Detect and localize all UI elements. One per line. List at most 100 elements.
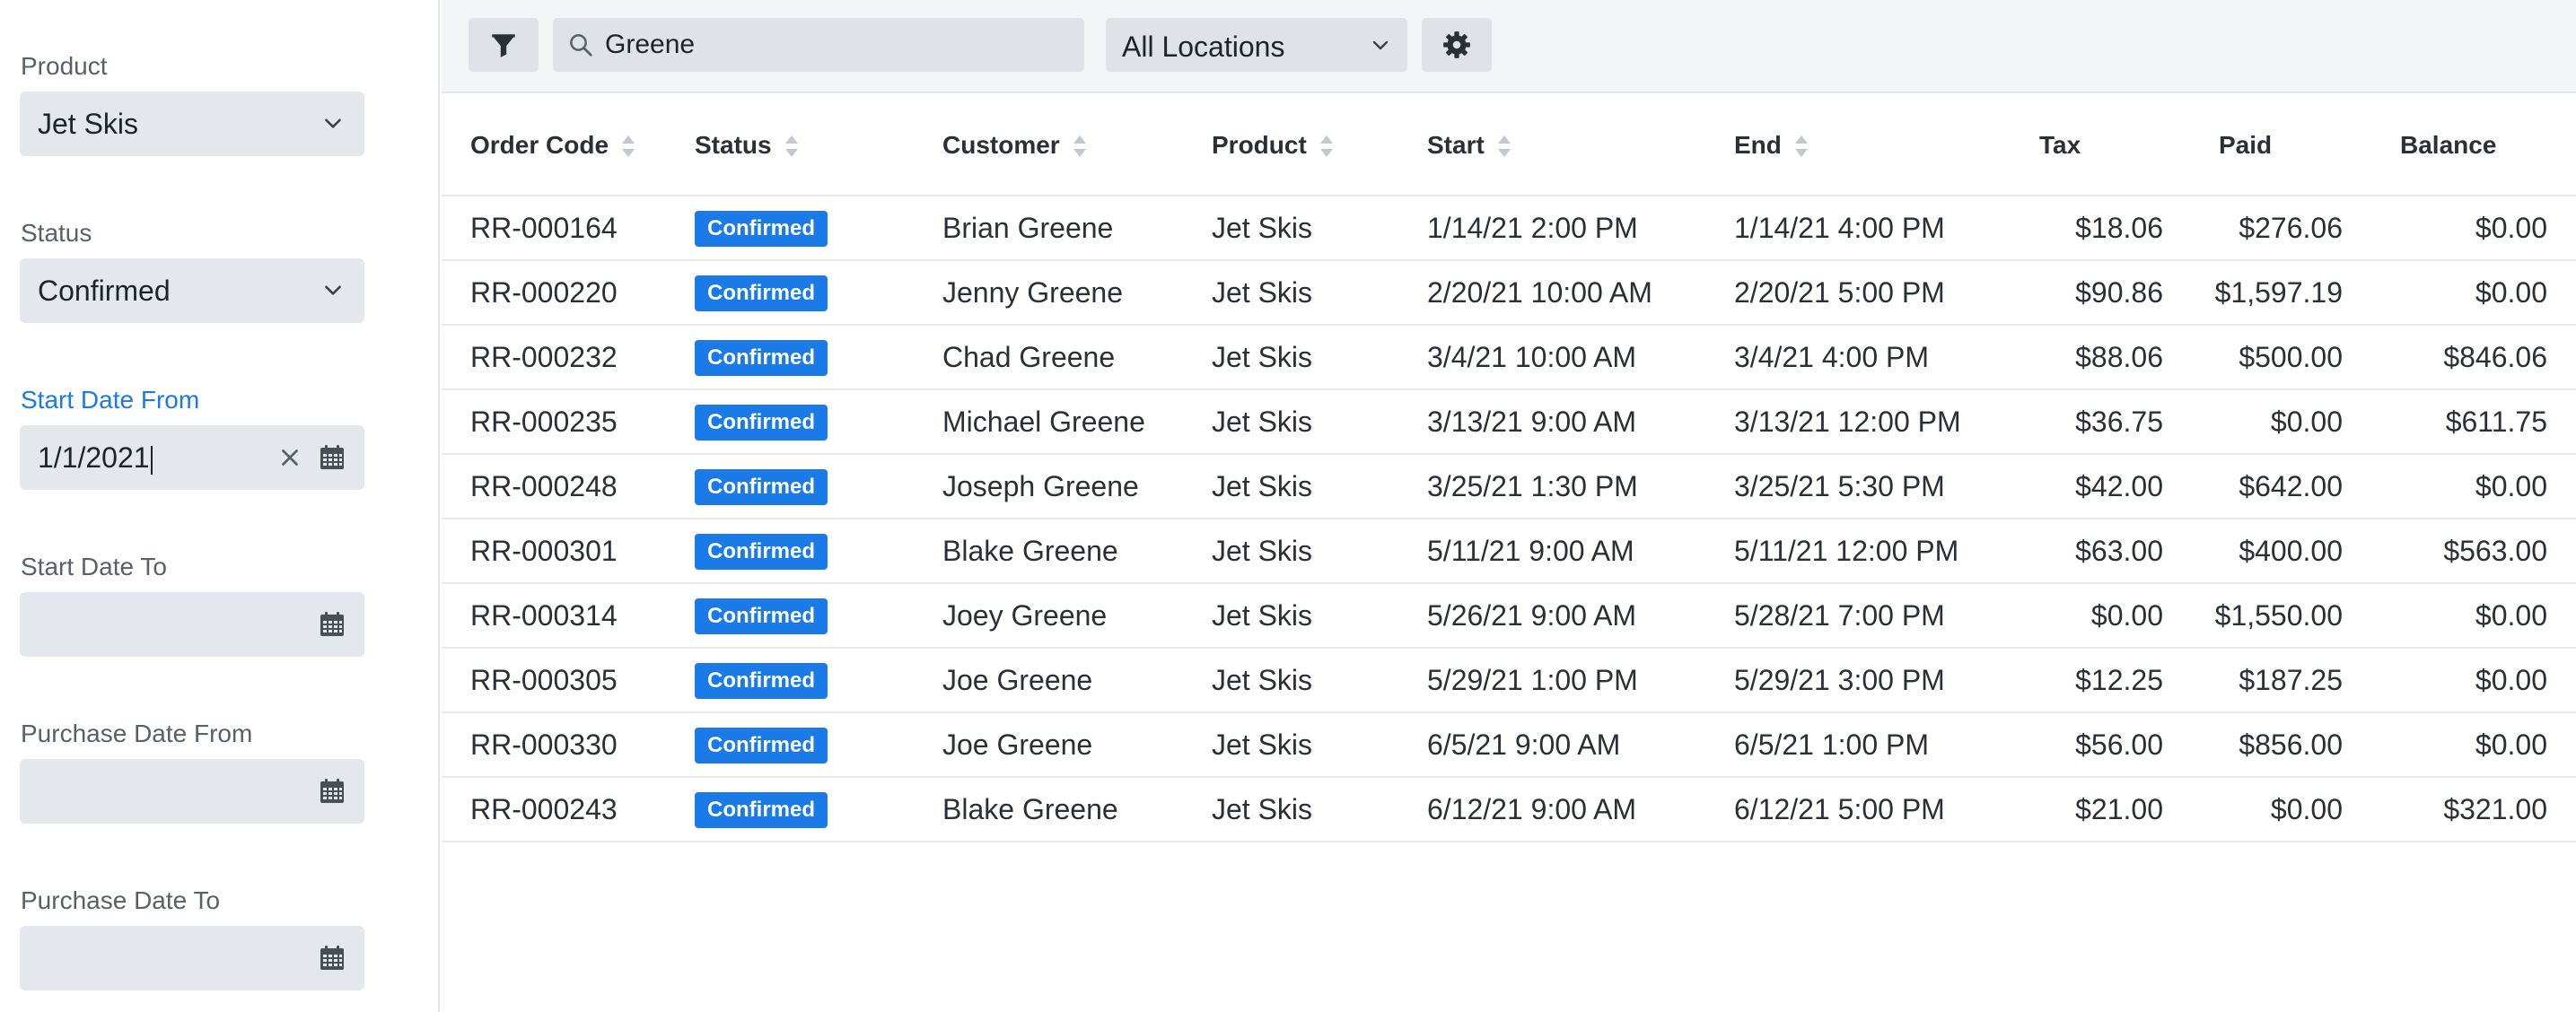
table-row[interactable]: RR-000314 Confirmed Joey Greene Jet Skis 5/2… [442, 583, 2576, 649]
table-row[interactable]: RR-000305 Confirmed Joe Greene Jet Skis 5/29… [442, 648, 2576, 713]
cell-balance: $0.00 [2357, 196, 2576, 261]
purchase-date-to-input[interactable] [20, 926, 364, 990]
column-header-order-code[interactable]: Order Code [442, 95, 695, 196]
cell-status: Confirmed [695, 777, 942, 842]
cell-balance: $0.00 [2357, 712, 2576, 778]
sort-icon [1497, 135, 1511, 158]
cell-order-code: RR-000243 [442, 777, 695, 842]
status-select-value: Confirmed [38, 275, 171, 307]
cell-paid: $0.00 [2177, 777, 2357, 842]
table-row[interactable]: RR-000243 Confirmed Blake Greene Jet Skis 6/… [442, 777, 2576, 842]
cell-balance: $563.00 [2357, 519, 2576, 584]
column-header-balance: Balance [2357, 95, 2576, 196]
status-badge: Confirmed [695, 211, 828, 247]
cell-start: 1/14/21 2:00 PM [1427, 196, 1734, 261]
start-date-to-label: Start Date To [21, 553, 167, 580]
status-badge: Confirmed [695, 663, 828, 699]
cell-order-code: RR-000248 [442, 454, 695, 519]
cell-customer: Jenny Greene [942, 260, 1212, 326]
cell-end: 2/20/21 5:00 PM [1734, 260, 2007, 326]
calendar-icon[interactable] [318, 610, 346, 639]
cell-paid: $276.06 [2177, 196, 2357, 261]
toolbar: All Locations [442, 0, 2576, 93]
cell-start: 2/20/21 10:00 AM [1427, 260, 1734, 326]
status-badge: Confirmed [695, 405, 828, 441]
cell-product: Jet Skis [1212, 648, 1427, 713]
table-row[interactable]: RR-000301 Confirmed Blake Greene Jet Skis 5/… [442, 519, 2576, 584]
column-header-customer[interactable]: Customer [942, 95, 1212, 196]
column-header-start[interactable]: Start [1427, 95, 1734, 196]
cell-balance: $611.75 [2357, 389, 2576, 455]
cell-end: 1/14/21 4:00 PM [1734, 196, 2007, 261]
cell-customer: Joey Greene [942, 583, 1212, 649]
cell-paid: $400.00 [2177, 519, 2357, 584]
cell-tax: $0.00 [2007, 583, 2177, 649]
cell-end: 3/4/21 4:00 PM [1734, 325, 2007, 390]
purchase-date-from-input[interactable] [20, 759, 364, 824]
cell-order-code: RR-000305 [442, 648, 695, 713]
cell-start: 3/25/21 1:30 PM [1427, 454, 1734, 519]
cell-product: Jet Skis [1212, 712, 1427, 778]
gear-icon [1443, 31, 1470, 58]
cell-status: Confirmed [695, 712, 942, 778]
purchase-date-from-label: Purchase Date From [21, 720, 253, 747]
cell-balance: $0.00 [2357, 648, 2576, 713]
cell-balance: $846.06 [2357, 325, 2576, 390]
cell-start: 5/29/21 1:00 PM [1427, 648, 1734, 713]
search-input[interactable] [605, 18, 1072, 72]
table-row[interactable]: RR-000235 Confirmed Michael Greene Jet Skis… [442, 389, 2576, 455]
cell-tax: $21.00 [2007, 777, 2177, 842]
cell-tax: $63.00 [2007, 519, 2177, 584]
status-badge: Confirmed [695, 469, 828, 505]
search-box[interactable] [553, 18, 1084, 72]
table-row[interactable]: RR-000232 Confirmed Chad Greene Jet Skis 3/4… [442, 325, 2576, 390]
table-row[interactable]: RR-000220 Confirmed Jenny Greene Jet Skis 2/… [442, 260, 2576, 326]
product-select[interactable]: Jet Skis [20, 92, 364, 156]
cell-end: 5/29/21 3:00 PM [1734, 648, 2007, 713]
cell-product: Jet Skis [1212, 454, 1427, 519]
status-select[interactable]: Confirmed [20, 258, 364, 323]
filter-toggle-button[interactable] [469, 18, 539, 72]
status-badge: Confirmed [695, 792, 828, 828]
calendar-icon[interactable] [318, 944, 346, 973]
cell-customer: Blake Greene [942, 777, 1212, 842]
cell-tax: $36.75 [2007, 389, 2177, 455]
column-header-product[interactable]: Product [1212, 95, 1427, 196]
cell-tax: $56.00 [2007, 712, 2177, 778]
cell-product: Jet Skis [1212, 777, 1427, 842]
column-header-paid: Paid [2177, 95, 2357, 196]
column-header-end[interactable]: End [1734, 95, 2007, 196]
table-row[interactable]: RR-000248 Confirmed Joseph Greene Jet Skis 3… [442, 454, 2576, 519]
cell-order-code: RR-000330 [442, 712, 695, 778]
cell-product: Jet Skis [1212, 519, 1427, 584]
orders-table-container: Order Code Status Customer Product Start… [442, 95, 2576, 1012]
table-row[interactable]: RR-000164 Confirmed Brian Greene Jet Skis 1/… [442, 196, 2576, 261]
cell-tax: $42.00 [2007, 454, 2177, 519]
cell-order-code: RR-000301 [442, 519, 695, 584]
settings-button[interactable] [1422, 18, 1492, 72]
start-date-from-label: Start Date From [21, 386, 200, 414]
cell-customer: Chad Greene [942, 325, 1212, 390]
table-header-row: Order Code Status Customer Product Start… [442, 95, 2576, 196]
cell-status: Confirmed [695, 260, 942, 326]
start-date-to-input[interactable] [20, 592, 364, 657]
cell-status: Confirmed [695, 325, 942, 390]
column-header-status[interactable]: Status [695, 95, 942, 196]
cell-start: 5/11/21 9:00 AM [1427, 519, 1734, 584]
location-select[interactable]: All Locations [1106, 18, 1407, 72]
clear-icon[interactable] [276, 444, 303, 471]
purchase-date-to-label: Purchase Date To [21, 886, 221, 914]
cell-paid: $642.00 [2177, 454, 2357, 519]
cell-customer: Joe Greene [942, 712, 1212, 778]
calendar-icon[interactable] [318, 777, 346, 806]
sort-icon [1319, 135, 1333, 158]
cell-product: Jet Skis [1212, 325, 1427, 390]
table-row[interactable]: RR-000330 Confirmed Joe Greene Jet Skis 6/5/… [442, 712, 2576, 778]
calendar-icon[interactable] [318, 443, 346, 472]
cell-customer: Joe Greene [942, 648, 1212, 713]
cell-paid: $856.00 [2177, 712, 2357, 778]
start-date-from-input[interactable]: 1/1/2021 [20, 425, 364, 490]
table-body: RR-000164 Confirmed Brian Greene Jet Skis 1/… [442, 196, 2576, 842]
cell-customer: Joseph Greene [942, 454, 1212, 519]
cell-start: 5/26/21 9:00 AM [1427, 583, 1734, 649]
